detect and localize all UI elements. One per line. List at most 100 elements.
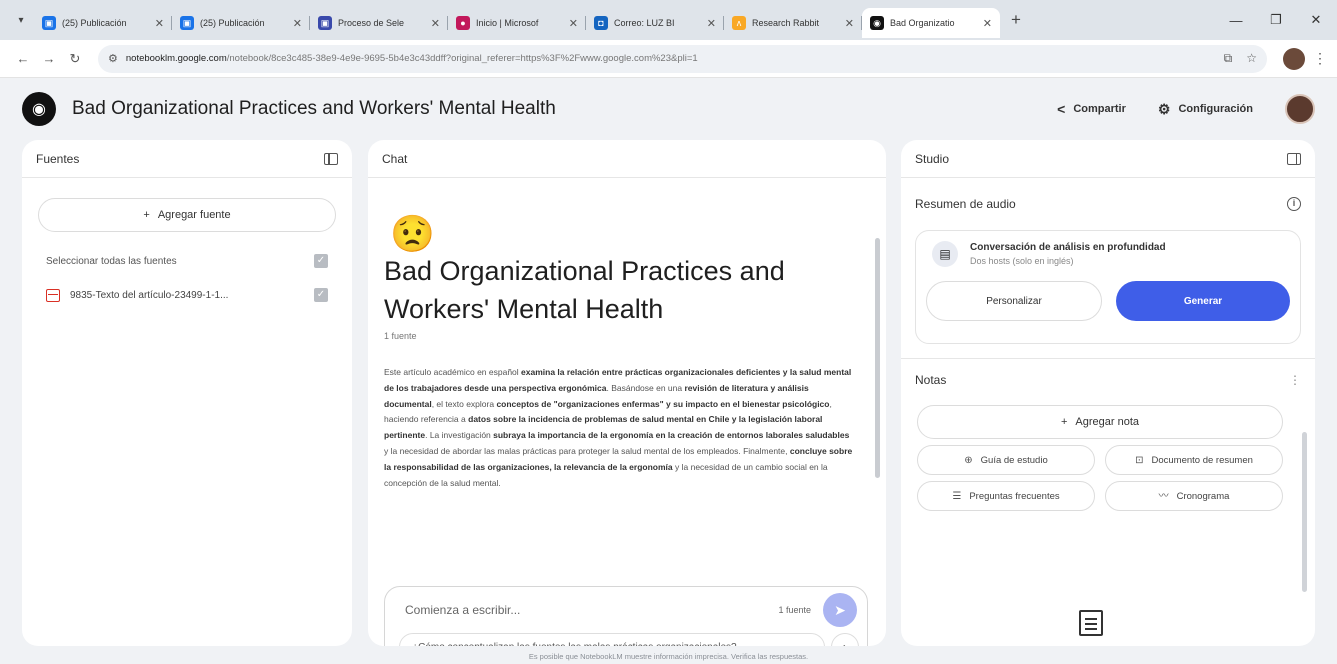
faq-button[interactable]: ☰ Preguntas frecuentes xyxy=(917,481,1095,511)
url-field[interactable]: ⚙ notebooklm.google.com /notebook/8ce3c4… xyxy=(98,44,1267,73)
close-tab-icon[interactable]: ✕ xyxy=(983,17,992,30)
favicon-icon: ● xyxy=(456,16,470,30)
briefing-doc-button[interactable]: ⊡ Documento de resumen xyxy=(1105,445,1283,475)
browser-tab[interactable]: ◘ Correo: LUZ BI ✕ xyxy=(586,8,724,38)
note-button-label: Documento de resumen xyxy=(1151,454,1253,466)
audio-card-title: Conversación de análisis en profundidad xyxy=(970,242,1166,253)
tab-title: Inicio | Microsof xyxy=(476,18,539,28)
chat-panel: Chat 😟 Bad Organizational Practices and … xyxy=(368,140,886,646)
close-tab-icon[interactable]: ✕ xyxy=(293,17,302,30)
info-icon[interactable]: i xyxy=(1287,197,1301,211)
close-tab-icon[interactable]: ✕ xyxy=(845,17,854,30)
favicon-icon: ◘ xyxy=(594,16,608,30)
notebooklm-logo-icon[interactable]: ◉ xyxy=(22,92,56,126)
summary-text: . La investigación xyxy=(425,430,494,441)
summary-text: y la necesidad de abordar las malas prác… xyxy=(384,445,790,456)
add-source-button[interactable]: + Agregar fuente xyxy=(38,198,336,232)
note-actions: ⊕ Guía de estudio ⊡ Documento de resumen ☰ Pr… xyxy=(917,445,1283,511)
faq-icon: ☰ xyxy=(952,490,962,502)
browser-tab[interactable]: ● Inicio | Microsof ✕ xyxy=(448,8,586,38)
notebook-emoji: 😟 xyxy=(390,213,435,254)
summary-text: . Basándose en una xyxy=(606,382,685,393)
share-button[interactable]: < Compartir xyxy=(1057,101,1126,117)
notes-title: Notas xyxy=(915,373,947,387)
customize-button[interactable]: Personalizar xyxy=(926,281,1102,321)
send-icon: ➤ xyxy=(834,601,846,618)
settings-label: Configuración xyxy=(1178,103,1253,115)
close-tab-icon[interactable]: ✕ xyxy=(431,17,440,30)
timeline-button[interactable]: 〰 Cronograma xyxy=(1105,481,1283,511)
notes-icon[interactable] xyxy=(1079,610,1103,636)
tab-title: (25) Publicación xyxy=(200,18,265,28)
chat-scrollbar[interactable] xyxy=(875,238,880,478)
back-icon[interactable]: ← xyxy=(10,46,36,72)
tab-title: Proceso de Sele xyxy=(338,18,405,28)
sources-panel: Fuentes + Agregar fuente Seleccionar tod… xyxy=(22,140,352,646)
chat-input[interactable] xyxy=(405,603,767,617)
more-options-icon[interactable]: ⋮ xyxy=(1289,373,1301,387)
add-note-label: Agregar nota xyxy=(1075,416,1140,428)
source-checkbox[interactable]: ✓ xyxy=(314,288,328,302)
tab-title: (25) Publicación xyxy=(62,18,127,28)
summary-text: , el texto explora xyxy=(431,398,497,409)
next-suggestion-button[interactable]: › xyxy=(831,633,859,646)
add-note-button[interactable]: + Agregar nota xyxy=(917,405,1283,439)
study-guide-button[interactable]: ⊕ Guía de estudio xyxy=(917,445,1095,475)
close-tab-icon[interactable]: ✕ xyxy=(569,17,578,30)
summary-highlight: subraya la importancia de la ergonomía e… xyxy=(493,430,850,441)
note-button-label: Preguntas frecuentes xyxy=(969,490,1060,502)
share-icon: < xyxy=(1057,101,1066,117)
browser-tab[interactable]: ʌ Research Rabbit ✕ xyxy=(724,8,862,38)
browser-tab[interactable]: ▣ Proceso de Sele ✕ xyxy=(310,8,448,38)
select-all-row[interactable]: Seleccionar todas las fuentes ✓ xyxy=(46,254,328,268)
restore-icon[interactable]: ❐ xyxy=(1256,0,1296,40)
browser-menu-icon[interactable]: ⋮ xyxy=(1313,50,1327,67)
collapse-panel-icon[interactable] xyxy=(324,152,338,165)
plus-icon: + xyxy=(143,209,150,221)
source-count: 1 fuente xyxy=(384,331,417,341)
site-info-icon[interactable]: ⚙ xyxy=(108,52,118,65)
favicon-icon: ▣ xyxy=(318,16,332,30)
collapse-panel-icon[interactable] xyxy=(1287,152,1301,165)
suggested-question[interactable]: ¿Cómo conceptualizan las fuentes las mal… xyxy=(399,633,825,646)
settings-button[interactable]: ⚙ Configuración xyxy=(1158,101,1253,118)
tab-search-icon[interactable]: ▾ xyxy=(8,7,34,33)
browser-tab-strip: ▾ ▣ (25) Publicación ✕ ▣ (25) Publicación ✕ ▣ P… xyxy=(0,0,1337,40)
notebook-title[interactable]: Bad Organizational Practices and Workers… xyxy=(72,98,556,120)
pdf-icon xyxy=(46,288,60,302)
close-window-icon[interactable]: ✕ xyxy=(1296,0,1336,40)
source-item[interactable]: 9835-Texto del artículo-23499-1-1... ✓ xyxy=(46,288,328,302)
close-tab-icon[interactable]: ✕ xyxy=(707,17,716,30)
user-avatar[interactable] xyxy=(1285,94,1315,124)
generate-button[interactable]: Generar xyxy=(1116,281,1290,321)
url-host: notebooklm.google.com xyxy=(125,53,227,64)
cast-icon[interactable]: ⧉ xyxy=(1224,51,1233,66)
browser-tab[interactable]: ▣ (25) Publicación ✕ xyxy=(34,8,172,38)
bookmark-star-icon[interactable]: ☆ xyxy=(1246,51,1257,66)
select-all-checkbox[interactable]: ✓ xyxy=(314,254,328,268)
browser-profile-avatar[interactable] xyxy=(1283,47,1305,70)
source-name: 9835-Texto del artículo-23499-1-1... xyxy=(70,289,229,301)
reload-icon[interactable]: ↻ xyxy=(62,46,88,72)
new-tab-button[interactable]: + xyxy=(1004,8,1028,32)
favicon-icon: ʌ xyxy=(732,16,746,30)
forward-icon[interactable]: → xyxy=(36,46,62,72)
browser-tab[interactable]: ▣ (25) Publicación ✕ xyxy=(172,8,310,38)
briefing-doc-icon: ⊡ xyxy=(1135,454,1144,466)
tab-title: Research Rabbit xyxy=(752,18,820,28)
send-button[interactable]: ➤ xyxy=(823,593,857,627)
select-all-label: Seleccionar todas las fuentes xyxy=(46,255,177,267)
studio-scrollbar[interactable] xyxy=(1302,432,1307,592)
browser-tab[interactable]: ◉ Bad Organizatio ✕ xyxy=(862,8,1000,38)
input-source-count: 1 fuente xyxy=(778,605,811,615)
url-path: /notebook/8ce3c485-38e9-4e9e-9695-5b4e3c… xyxy=(226,53,698,64)
minimize-icon[interactable]: — xyxy=(1216,0,1256,40)
study-guide-icon: ⊕ xyxy=(964,454,973,466)
document-icon: ▤ xyxy=(932,241,958,267)
sources-title: Fuentes xyxy=(36,151,80,166)
tab-title: Correo: LUZ BI xyxy=(614,18,675,28)
tab-title: Bad Organizatio xyxy=(890,18,955,28)
notebook-heading: Bad Organizational Practices and Workers… xyxy=(384,256,785,324)
favicon-icon: ▣ xyxy=(42,16,56,30)
close-tab-icon[interactable]: ✕ xyxy=(155,17,164,30)
